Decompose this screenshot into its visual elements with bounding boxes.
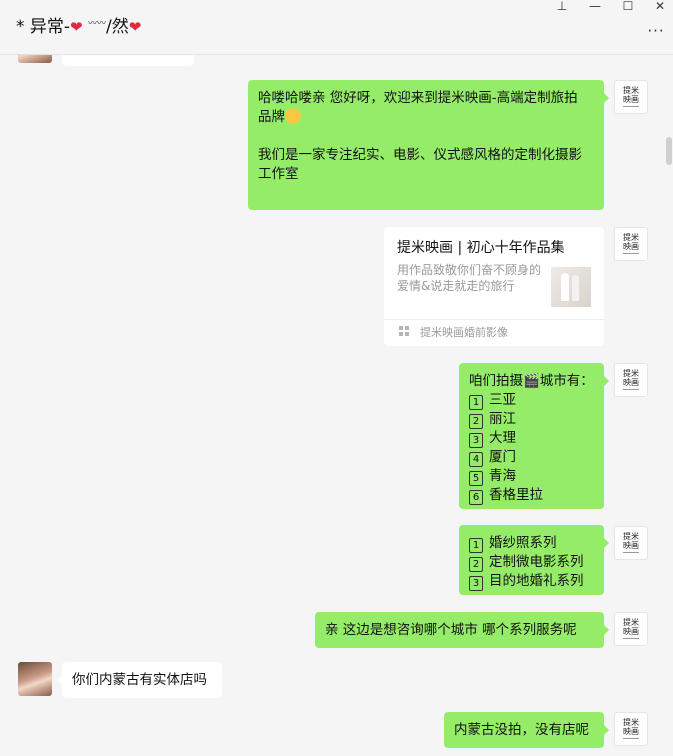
welcome-message[interactable]: 哈喽哈喽亲 您好呀，欢迎来到提米映画-高端定制旅拍 品牌 我们是一家专注纪实、电… — [248, 80, 609, 210]
number-badge: 1 — [469, 395, 483, 410]
number-badge: 2 — [469, 414, 483, 429]
close-button[interactable]: ✕ — [645, 0, 673, 14]
city-name: 三亚 — [489, 392, 516, 408]
message-text: 你们内蒙古有实体店吗 — [72, 672, 207, 688]
brand-avatar[interactable]: 提米 映画 — [614, 363, 648, 397]
number-badge: 1 — [469, 538, 483, 553]
avatar-text: 映画 — [623, 541, 639, 550]
avatar-text: 映画 — [623, 727, 639, 736]
message-text: 工作室 — [258, 166, 299, 182]
avatar-text: 提米 — [623, 618, 639, 627]
chat-area[interactable]: 提米 映画 哈喽哈喽亲 您好呀，欢迎来到提米映画-高端定制旅拍 品牌 我们是一家专… — [0, 55, 673, 756]
avatar-text: 提米 — [623, 369, 639, 378]
brand-avatar[interactable]: 提米 映画 — [614, 612, 648, 646]
series-name: 目的地婚礼系列 — [489, 573, 584, 589]
city-name: 大理 — [489, 430, 516, 446]
smile-emoji-icon — [285, 108, 301, 124]
series-name: 婚纱照系列 — [489, 535, 557, 551]
brand-avatar[interactable]: 提米 映画 — [614, 80, 648, 114]
link-card[interactable]: 提米映画 | 初心十年作品集 用作品致敬你们奋不顾身的爱情&说走就走的旅行 提米… — [384, 227, 604, 346]
message-text: 亲 这边是想咨询哪个城市 哪个系列服务呢 — [325, 622, 577, 638]
card-thumbnail — [551, 267, 591, 307]
avatar-text: 映画 — [623, 378, 639, 387]
mini-program-icon — [399, 326, 409, 336]
number-badge: 5 — [469, 471, 483, 486]
more-options-icon[interactable]: ··· — [643, 22, 669, 40]
cities-message[interactable]: 咱们拍摄🎬城市有： 1 三亚 2 丽江 3 大理 4 厦门 5 青海 6 香格里拉 — [459, 363, 609, 509]
brand-avatar[interactable]: 提米 映画 — [614, 526, 648, 560]
message-text: 内蒙古没拍，没有店呢 — [454, 722, 589, 738]
avatar-text: 映画 — [623, 627, 639, 636]
avatar-text: 提米 — [623, 532, 639, 541]
maximize-button[interactable]: ☐ — [613, 0, 643, 14]
minimize-button[interactable]: — — [580, 0, 610, 14]
heart-icon: ❤ — [70, 18, 83, 36]
previous-message-bubble[interactable] — [62, 55, 194, 66]
number-badge: 2 — [469, 557, 483, 572]
chat-title: * 异常-❤ 〰〰/然❤ — [16, 12, 141, 37]
message-text: 我们是一家专注纪实、电影、仪式感风格的定制化摄影 — [258, 147, 582, 163]
city-name: 丽江 — [489, 411, 516, 427]
heart-icon-2: ❤ — [128, 18, 142, 36]
avatar-text: 提米 — [623, 86, 639, 95]
scrollbar-thumb[interactable] — [666, 137, 672, 165]
card-title: 提米映画 | 初心十年作品集 — [397, 240, 565, 256]
avatar-text: 提米 — [623, 718, 639, 727]
card-divider — [384, 319, 604, 320]
series-name: 定制微电影系列 — [489, 554, 584, 570]
city-name: 香格里拉 — [489, 487, 543, 503]
number-badge: 3 — [469, 576, 483, 591]
number-badge: 6 — [469, 490, 483, 505]
customer-avatar[interactable] — [18, 662, 52, 696]
number-badge: 4 — [469, 452, 483, 467]
card-source: 提米映画婚前影像 — [420, 326, 508, 339]
city-name: 厦门 — [489, 449, 516, 465]
brand-avatar[interactable]: 提米 映画 — [614, 227, 648, 261]
card-description: 用作品致敬你们奋不顾身的爱情&说走就走的旅行 — [397, 263, 542, 293]
message-text: 哈喽哈喽亲 您好呀，欢迎来到提米映画-高端定制旅拍 — [258, 90, 578, 106]
number-badge: 3 — [469, 433, 483, 448]
title-suffix: /然 — [106, 17, 129, 37]
series-message[interactable]: 1 婚纱照系列 2 定制微电影系列 3 目的地婚礼系列 — [459, 525, 609, 595]
avatar-text: 映画 — [623, 242, 639, 251]
title-bar: * 异常-❤ 〰〰/然❤ ⊥ — ☐ ✕ ··· — [0, 0, 673, 55]
customer-message[interactable]: 你们内蒙古有实体店吗 — [57, 662, 222, 698]
pin-icon[interactable]: ⊥ — [547, 0, 577, 14]
title-text: * 异常- — [16, 17, 71, 37]
message-text: 品牌 — [258, 109, 285, 125]
avatar-text: 提米 — [623, 233, 639, 242]
customer-avatar[interactable] — [18, 55, 52, 63]
message-text: 咱们拍摄🎬城市有： — [469, 373, 594, 389]
ask-message[interactable]: 亲 这边是想咨询哪个城市 哪个系列服务呢 — [315, 612, 609, 648]
reply-message[interactable]: 内蒙古没拍，没有店呢 — [444, 712, 609, 748]
brand-avatar[interactable]: 提米 映画 — [614, 712, 648, 746]
avatar-text: 映画 — [623, 95, 639, 104]
city-name: 青海 — [489, 468, 516, 484]
title-decoration: 〰〰 — [88, 19, 107, 29]
